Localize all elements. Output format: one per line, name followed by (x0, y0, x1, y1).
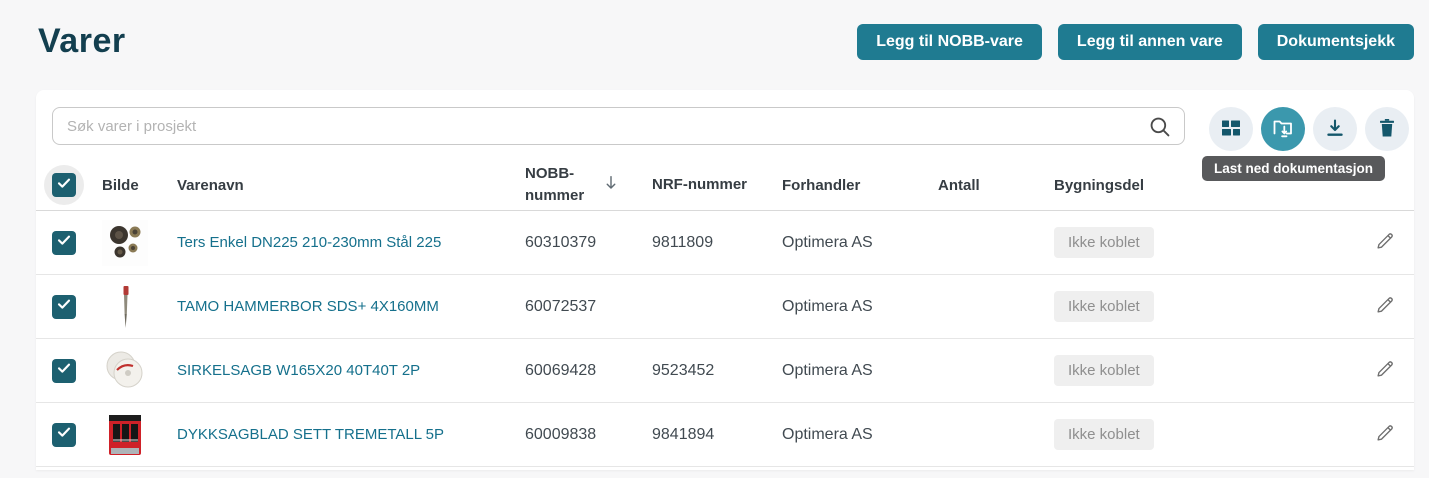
bygningsdel-badge[interactable]: Ikke koblet (1054, 227, 1154, 258)
nobb-number: 60072537 (525, 298, 652, 316)
nrf-number: 9841894 (652, 426, 782, 444)
col-header-antall: Antall (938, 177, 1054, 194)
pencil-icon (1374, 304, 1396, 319)
nobb-number: 60310379 (525, 234, 652, 252)
row-checkbox[interactable] (52, 295, 76, 319)
forhandler-cell: Optimera AS (782, 298, 938, 316)
table-row: SIRKELSAGB W165X20 40T40T 2P 60069428 95… (36, 339, 1414, 403)
product-name-link[interactable]: Ters Enkel DN225 210-230mm Stål 225 (177, 234, 441, 251)
dashboard-view-button[interactable] (1209, 107, 1253, 151)
table-row: TAMO HAMMERBOR SDS+ 4X160MM 60072537 Opt… (36, 275, 1414, 339)
check-icon (56, 232, 72, 253)
products-panel: Last ned dokumentasjon Bilde Varenavn NO… (36, 90, 1414, 470)
table-row: DYKKSAGBLAD SETT TREMETALL 5P 60009838 9… (36, 403, 1414, 467)
tooltip-last-ned-dokumentasjon: Last ned dokumentasjon (1202, 156, 1385, 181)
toolbar-icon-buttons (1209, 107, 1409, 151)
edit-row-button[interactable] (1372, 420, 1398, 449)
delete-button[interactable] (1365, 107, 1409, 151)
search-input[interactable] (52, 107, 1185, 145)
row-checkbox[interactable] (52, 359, 76, 383)
pencil-icon (1374, 432, 1396, 447)
check-icon (56, 424, 72, 445)
top-buttons: Legg til NOBB-vare Legg til annen vare D… (857, 24, 1414, 60)
product-image (102, 348, 148, 394)
col-header-nobb-nummer[interactable]: NOBB-nummer (525, 163, 652, 207)
dashboard-icon (1219, 116, 1243, 143)
col-header-forhandler: Forhandler (782, 177, 938, 194)
product-image (102, 412, 148, 458)
nrf-number: 9523452 (652, 362, 782, 380)
product-name-link[interactable]: SIRKELSAGB W165X20 40T40T 2P (177, 362, 420, 379)
pencil-icon (1374, 368, 1396, 383)
bygningsdel-badge[interactable]: Ikke koblet (1054, 355, 1154, 386)
product-name-link[interactable]: TAMO HAMMERBOR SDS+ 4X160MM (177, 298, 439, 315)
trash-icon (1375, 116, 1399, 143)
nrf-number: 9811809 (652, 234, 782, 252)
nobb-number: 60009838 (525, 426, 652, 444)
row-checkbox[interactable] (52, 231, 76, 255)
pencil-icon (1374, 240, 1396, 255)
product-image (102, 220, 148, 266)
add-nobb-product-button[interactable]: Legg til NOBB-vare (857, 24, 1042, 60)
product-image (102, 284, 148, 330)
download-icon (1323, 116, 1347, 143)
search-box (52, 107, 1185, 145)
select-all-halo (44, 165, 84, 205)
topbar: Varer Legg til NOBB-vare Legg til annen … (38, 22, 1414, 61)
col-header-varenavn: Varenavn (177, 177, 525, 194)
check-icon (56, 360, 72, 381)
folder-download-icon (1270, 115, 1296, 144)
download-button[interactable] (1313, 107, 1357, 151)
bygningsdel-badge[interactable]: Ikke koblet (1054, 291, 1154, 322)
forhandler-cell: Optimera AS (782, 362, 938, 380)
product-name-link[interactable]: DYKKSAGBLAD SETT TREMETALL 5P (177, 426, 444, 443)
row-checkbox[interactable] (52, 423, 76, 447)
forhandler-cell: Optimera AS (782, 234, 938, 252)
check-icon (56, 296, 72, 317)
edit-row-button[interactable] (1372, 356, 1398, 385)
col-header-nrf-nummer: NRF-nummer (652, 174, 782, 196)
bygningsdel-badge[interactable]: Ikke koblet (1054, 419, 1154, 450)
table-row: Ters Enkel DN225 210-230mm Stål 225 6031… (36, 211, 1414, 275)
forhandler-cell: Optimera AS (782, 426, 938, 444)
col-header-bilde: Bilde (102, 177, 177, 194)
edit-row-button[interactable] (1372, 292, 1398, 321)
edit-row-button[interactable] (1372, 228, 1398, 257)
search-icon (1147, 114, 1173, 145)
add-other-product-button[interactable]: Legg til annen vare (1058, 24, 1242, 60)
page-title: Varer (38, 22, 126, 61)
toolbar (36, 90, 1414, 160)
download-documentation-button[interactable] (1261, 107, 1305, 151)
nobb-number: 60069428 (525, 362, 652, 380)
check-icon (56, 175, 72, 195)
sort-descending-icon[interactable] (601, 173, 621, 197)
select-all-checkbox[interactable] (52, 173, 76, 197)
document-check-button[interactable]: Dokumentsjekk (1258, 24, 1414, 60)
